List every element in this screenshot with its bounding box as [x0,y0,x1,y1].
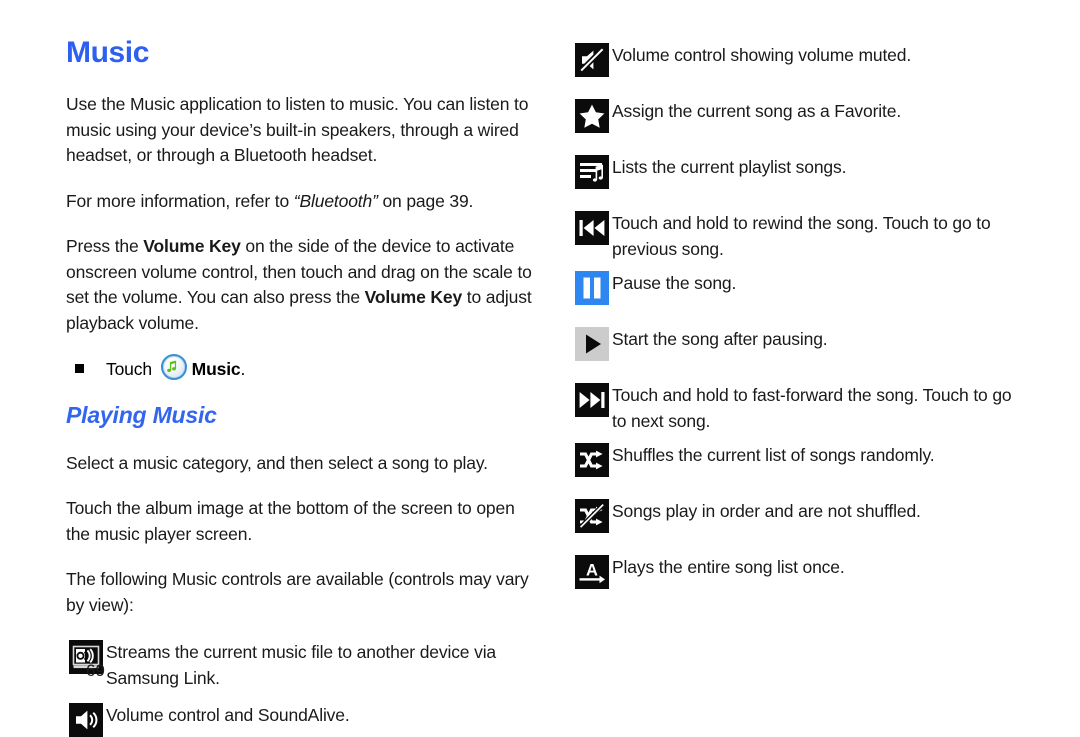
control-description: Volume control showing volume muted. [612,45,912,65]
control-row: Lists the current playlist songs. [572,155,1032,189]
control-row: Touch and hold to rewind the song. Touch… [572,211,1032,262]
control-description: Start the song after pausing. [612,329,828,349]
cross-reference-trail: on page 39. [377,190,474,211]
control-row: Shuffles the current list of songs rando… [572,443,1032,477]
touch-music-step: Touch Music. [66,354,536,383]
control-row: Songs play in order and are not shuffled… [572,499,1032,533]
fast-forward-next-icon[interactable] [575,383,609,417]
playlist-icon[interactable] [575,155,609,189]
page-title: Music [66,36,150,69]
step-app-label: Music [191,359,241,379]
volume-soundalive-icon[interactable] [69,703,103,737]
intro-paragraph: Use the Music application to listen to m… [66,94,529,165]
manual-page: Music Use the Music application to liste… [0,0,1080,737]
select-category-paragraph: Select a music category, and then select… [66,452,488,473]
shuffle-on-icon[interactable] [575,443,609,477]
control-description: Plays the entire song list once. [612,557,845,577]
page-number: 69 [86,661,105,680]
control-row: Start the song after pausing. [572,327,1032,361]
bullet-square-marker [75,363,84,373]
volume-key-bold-2: Volume Key [364,287,463,307]
control-description: Touch and hold to rewind the song. Touch… [612,213,991,259]
control-row: Touch and hold to fast-forward the song.… [572,383,1032,434]
control-row: Assign the current song as a Favorite. [572,99,1032,133]
volume-paragraph-part-1: Press the [66,236,144,256]
control-description: Lists the current playlist songs. [612,157,847,177]
control-description: Touch and hold to fast-forward the song.… [612,385,1012,431]
control-row: Volume control showing volume muted. [572,43,1032,77]
music-app-icon[interactable] [160,354,187,380]
control-description: Pause the song. [612,273,737,293]
left-column: Music Use the Music application to liste… [66,0,536,737]
play-all-once-icon[interactable]: A [575,555,609,589]
favorite-star-icon[interactable] [575,99,609,133]
rewind-previous-icon[interactable] [575,211,609,245]
control-description: Assign the current song as a Favorite. [612,101,902,121]
controls-intro-paragraph: The following Music controls are availab… [66,569,529,615]
pause-icon[interactable] [575,271,609,305]
right-column: Volume control showing volume muted. Ass… [572,0,1032,589]
shuffle-off-icon[interactable] [575,499,609,533]
cross-reference-lead: For more information, refer to [66,190,294,211]
svg-text:A: A [586,562,598,580]
step-period: . [240,359,246,379]
album-image-paragraph: Touch the album image at the bottom of t… [66,498,515,544]
control-description: Volume control and SoundAlive. [106,705,350,725]
section-title-playing-music: Playing Music [66,401,217,428]
control-row: Streams the current music file to anothe… [66,640,536,691]
control-row: Volume control and SoundAlive. [66,703,536,737]
control-description: Streams the current music file to anothe… [106,642,497,688]
cross-reference-paragraph: For more information, refer to “Bluetoot… [66,189,536,215]
control-row: A Plays the entire song list once. [572,555,1032,589]
control-description: Shuffles the current list of songs rando… [612,445,935,465]
step-verb: Touch [106,359,157,379]
cross-reference-link: “Bluetooth” [293,190,378,211]
play-icon[interactable] [575,327,609,361]
volume-key-paragraph: Press the Volume Key on the side of the … [66,234,536,336]
volume-muted-icon[interactable] [575,43,609,77]
control-description: Songs play in order and are not shuffled… [612,501,921,521]
volume-key-bold-1: Volume Key [143,236,241,256]
control-row: Pause the song. [572,271,1032,305]
